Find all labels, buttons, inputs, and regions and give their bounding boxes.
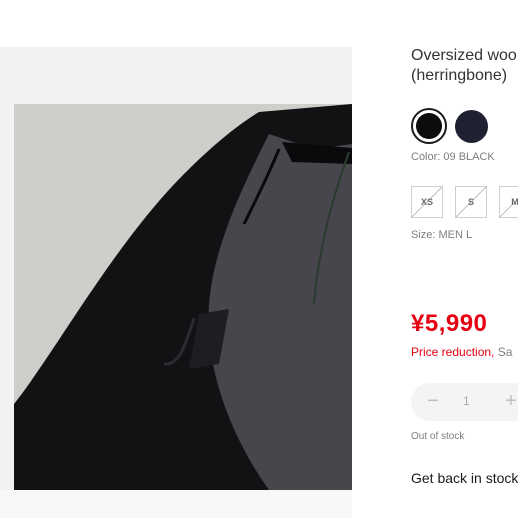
product-gallery (0, 47, 352, 518)
quantity-decrease-button[interactable]: − (421, 389, 445, 413)
size-option-m[interactable]: M (499, 186, 518, 218)
price-reduction-note: Price reduction, Sa (411, 345, 512, 359)
quantity-value: 1 (463, 394, 470, 408)
product-title: Oversized woo (herringbone) (411, 46, 518, 86)
back-in-stock-link[interactable]: Get back in stock (411, 470, 518, 486)
size-option-xs-label: XS (420, 197, 433, 207)
size-option-xs[interactable]: XS (411, 186, 443, 218)
size-label: Size: MEN L (411, 229, 473, 241)
product-info-panel: Oversized woo (herringbone) Color: 09 BL… (411, 0, 518, 518)
product-image[interactable] (14, 104, 352, 490)
product-title-line1: Oversized woo (411, 47, 517, 64)
color-swatch-navy[interactable] (455, 110, 488, 143)
color-label: Color: 09 BLACK (411, 151, 495, 163)
size-option-s-label: S (467, 197, 474, 207)
price-reduction-text: Price reduction, (411, 345, 495, 359)
price-reduction-rest: Sa (497, 345, 513, 359)
quantity-stepper: − 1 + (411, 383, 518, 421)
stock-status: Out of stock (411, 431, 465, 442)
quantity-increase-button[interactable]: + (499, 389, 518, 413)
jacket-photo (14, 104, 352, 490)
product-price: ¥5,990 (411, 310, 488, 337)
product-title-line2: (herringbone) (411, 67, 508, 84)
thumbnail-strip (0, 490, 352, 518)
color-swatch-black-fill (416, 113, 442, 139)
size-option-s[interactable]: S (455, 186, 487, 218)
color-swatch-black[interactable] (411, 108, 447, 144)
size-option-m-label: M (511, 197, 518, 207)
